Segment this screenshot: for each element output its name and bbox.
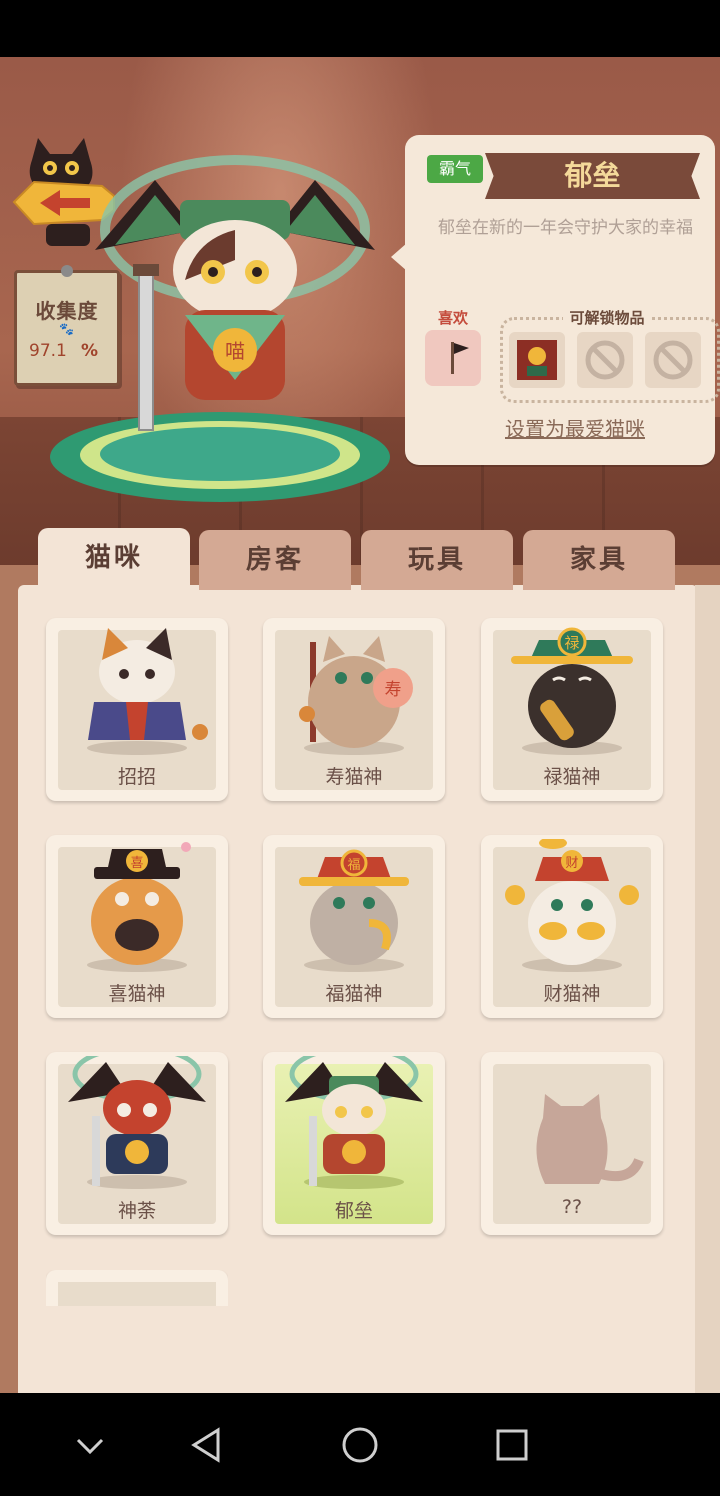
prosperity-god-cat-icon: 禄 [511,627,633,755]
calico-kimono-cat-icon [87,628,208,755]
fortune-god-cat-icon: 福 [299,849,409,972]
cat-card-selected[interactable]: 郁垒 [263,1052,445,1235]
cat-card-name: 禄猫神 [543,766,601,788]
cat-card[interactable]: 福 福猫神 [263,835,445,1018]
cat-description: 郁垒在新的一年会守护大家的幸福 [438,218,693,238]
cat-info-panel: 霸气 郁垒 郁垒在新的一年会守护大家的幸福 喜欢 可解锁物品 设置为最爱猫咪 [391,135,720,465]
tab-toys[interactable]: 玩具 [361,530,513,590]
trait-badge: 霸气 [427,155,483,183]
locked-icon [653,340,693,380]
system-nav-bar [0,1393,720,1496]
svg-text:禄: 禄 [564,634,579,652]
cat-card-name: 寿猫神 [325,766,383,788]
cat-card-name: ?? [561,1196,583,1218]
cat-card[interactable]: 喜 喜猫神 [46,835,228,1018]
back-triangle-icon[interactable] [176,1415,236,1475]
cat-card-name: 郁垒 [334,1200,373,1222]
cat-card[interactable]: 招招 [46,618,228,801]
likes-label: 喜欢 [437,309,468,327]
chevron-down-icon[interactable] [60,1415,120,1475]
cat-card-name: 招招 [117,766,156,788]
cat-card[interactable]: 寿 寿猫神 [263,618,445,801]
collection-value: 97.1 [29,341,67,361]
svg-text:喵: 喵 [225,339,245,363]
flag-toy-icon [451,342,469,374]
unlockable-item-3-locked[interactable] [645,332,701,388]
unknown-cat-silhouette-icon [536,1094,644,1184]
tab-cats[interactable]: 猫咪 [38,528,190,602]
cat-card-locked[interactable]: ?? [481,1052,663,1235]
locked-icon [585,340,625,380]
svg-text:喜: 喜 [130,856,143,871]
svg-text:福: 福 [347,858,360,873]
door-god-green-cat-icon [285,1056,423,1189]
cat-card-partial[interactable] [46,1270,228,1306]
wealth-god-cat-icon: 财 [505,839,639,972]
cat-card-name: 福猫神 [325,983,383,1005]
paw-icon: 🐾 [59,322,74,336]
svg-text:寿: 寿 [385,680,402,700]
door-god-red-cat-icon [68,1056,206,1189]
cat-card[interactable]: 财 财猫神 [481,835,663,1018]
happiness-god-cat-icon: 喜 [87,842,191,972]
cat-card-name: 财猫神 [543,983,601,1005]
liked-item-slot[interactable] [425,330,481,386]
svg-text:财: 财 [565,856,578,871]
unlockable-item-2-locked[interactable] [577,332,633,388]
cat-card[interactable]: 神荼 [46,1052,228,1235]
tab-furniture[interactable]: 家具 [523,530,675,590]
unlockable-item-1[interactable] [509,332,565,388]
status-bar [0,0,720,57]
cat-name: 郁垒 [564,159,621,192]
door-god-poster-icon [517,340,557,380]
cat-card-name: 喜猫神 [108,983,166,1005]
cat-card[interactable]: 禄 禄猫神 [481,618,663,801]
tab-tenants[interactable]: 房客 [199,530,351,590]
home-circle-icon[interactable] [330,1415,390,1475]
recents-square-icon[interactable] [482,1415,542,1475]
cat-card-name: 神荼 [117,1200,156,1222]
unlockable-label: 可解锁物品 [563,309,651,327]
longevity-god-cat-icon: 寿 [299,636,413,755]
featured-cat-image[interactable]: 喵 [85,140,385,440]
cat-name-ribbon: 郁垒 [485,153,700,199]
set-favorite-cat-button[interactable]: 设置为最爱猫咪 [405,413,720,442]
